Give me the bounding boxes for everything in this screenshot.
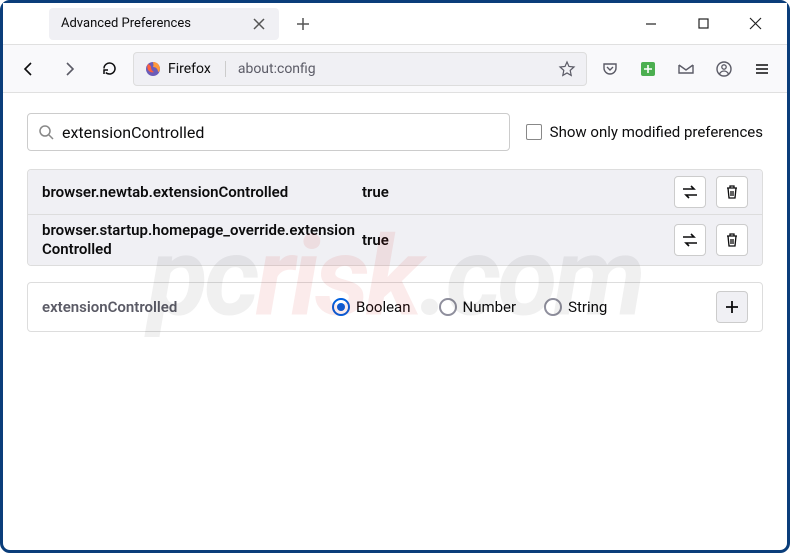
radio-boolean[interactable]: Boolean [332,298,411,316]
firefox-logo-icon [144,60,162,78]
toggle-button[interactable] [674,176,706,208]
menu-icon[interactable] [747,54,777,84]
browser-tab[interactable]: Advanced Preferences [49,8,279,40]
search-input[interactable] [62,123,499,142]
delete-button[interactable] [716,224,748,256]
add-pref-row: extensionControlled Boolean Number Strin… [27,282,763,332]
about-config-content: Show only modified preferences browser.n… [3,93,787,352]
url-text: about:config [225,61,316,77]
new-tab-button[interactable] [289,10,317,38]
inbox-icon[interactable] [671,54,701,84]
pref-name: browser.newtab.extensionControlled [42,183,362,202]
add-button[interactable] [716,291,748,323]
titlebar: Advanced Preferences [3,3,787,45]
checkbox-label: Show only modified preferences [550,123,763,141]
tab-title: Advanced Preferences [61,16,191,31]
account-icon[interactable] [709,54,739,84]
back-button[interactable] [13,53,45,85]
close-window-button[interactable] [741,10,769,38]
identity-label: Firefox [168,61,211,77]
delete-button[interactable] [716,176,748,208]
pocket-icon[interactable] [595,54,625,84]
preferences-list: browser.newtab.extensionControlled true … [27,169,763,266]
radio-label: String [568,298,607,316]
add-pref-name: extensionControlled [42,298,332,316]
radio-number[interactable]: Number [439,298,517,316]
radio-label: Number [463,298,517,316]
window-controls [637,10,787,38]
pref-row[interactable]: browser.newtab.extensionControlled true [28,170,762,215]
pref-value: true [362,231,674,249]
nav-toolbar: Firefox about:config [3,45,787,93]
extension-icon[interactable] [633,54,663,84]
search-icon [38,124,54,140]
checkbox-icon [526,124,542,140]
forward-button[interactable] [53,53,85,85]
radio-icon [439,298,457,316]
radio-label: Boolean [356,298,411,316]
toggle-button[interactable] [674,224,706,256]
bookmark-star-icon[interactable] [558,60,576,78]
reload-button[interactable] [93,53,125,85]
radio-string[interactable]: String [544,298,607,316]
pref-row[interactable]: browser.startup.homepage_override.extens… [28,215,762,265]
maximize-button[interactable] [689,10,717,38]
url-bar[interactable]: Firefox about:config [133,52,587,86]
show-modified-checkbox[interactable]: Show only modified preferences [526,123,763,141]
pref-name: browser.startup.homepage_override.extens… [42,221,362,259]
close-tab-icon[interactable] [251,16,267,32]
identity-box[interactable]: Firefox [144,60,211,78]
pref-value: true [362,183,674,201]
radio-icon [332,298,350,316]
radio-icon [544,298,562,316]
type-radio-group: Boolean Number String [332,298,706,316]
search-box[interactable] [27,113,510,151]
minimize-button[interactable] [637,10,665,38]
